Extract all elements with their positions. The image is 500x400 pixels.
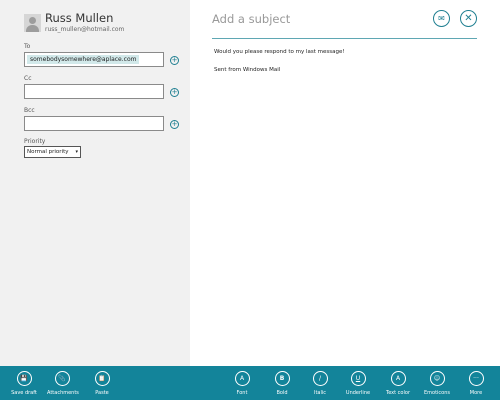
italic-icon: / bbox=[312, 371, 328, 386]
add-to-contact-button[interactable]: + bbox=[170, 56, 179, 65]
smiley-icon: ☺ bbox=[429, 371, 445, 386]
text-color-label: Text color bbox=[385, 390, 410, 396]
bold-icon: B bbox=[274, 371, 290, 386]
text-color-icon: A bbox=[390, 371, 406, 386]
bcc-label: Bcc bbox=[24, 107, 35, 114]
priority-label: Priority bbox=[24, 138, 46, 145]
emoticons-button[interactable]: ☺ Emoticons bbox=[422, 371, 452, 396]
save-draft-button[interactable]: 💾 Save draft bbox=[9, 371, 39, 396]
send-button[interactable]: ✉ bbox=[433, 10, 450, 27]
plus-icon: + bbox=[171, 88, 178, 96]
close-button[interactable]: ✕ bbox=[460, 10, 477, 27]
font-button[interactable]: A Font bbox=[227, 371, 257, 396]
cc-label: Cc bbox=[24, 75, 32, 82]
add-bcc-contact-button[interactable]: + bbox=[170, 120, 179, 129]
font-label: Font bbox=[236, 390, 248, 396]
clipboard-icon: 📋 bbox=[94, 371, 110, 386]
more-button[interactable]: ··· More bbox=[461, 371, 491, 396]
close-icon: ✕ bbox=[464, 13, 473, 24]
cc-field[interactable] bbox=[24, 84, 164, 99]
bold-label: Bold bbox=[276, 390, 288, 396]
save-draft-label: Save draft bbox=[11, 390, 37, 396]
message-signature[interactable]: Sent from Windows Mail bbox=[214, 67, 280, 73]
paperclip-icon: 📎 bbox=[54, 371, 70, 386]
paste-button[interactable]: 📋 Paste bbox=[87, 371, 117, 396]
save-icon: 💾 bbox=[16, 371, 32, 386]
underline-icon: U bbox=[350, 371, 366, 386]
subject-divider bbox=[212, 38, 477, 39]
app-bar: 💾 Save draft 📎 Attachments 📋 Paste A Fon… bbox=[0, 366, 500, 400]
priority-select[interactable]: Normal priority ▾ bbox=[24, 146, 81, 158]
sender-name: Russ Mullen bbox=[45, 11, 114, 25]
to-label: To bbox=[24, 43, 31, 50]
subject-input[interactable]: Add a subject bbox=[212, 12, 290, 26]
bcc-field[interactable] bbox=[24, 116, 164, 131]
paste-label: Paste bbox=[95, 390, 109, 396]
recipient-chip[interactable]: somebodysomewhere@aplace.com bbox=[27, 55, 140, 64]
chevron-down-icon: ▾ bbox=[75, 149, 78, 155]
font-icon: A bbox=[234, 371, 250, 386]
plus-icon: + bbox=[171, 56, 178, 64]
priority-value: Normal priority bbox=[27, 149, 69, 155]
italic-button[interactable]: / Italic bbox=[305, 371, 335, 396]
sender-email: russ_mullen@hotmail.com bbox=[45, 26, 125, 33]
add-cc-contact-button[interactable]: + bbox=[170, 88, 179, 97]
underline-label: Underline bbox=[345, 390, 371, 396]
message-body-line[interactable]: Would you please respond to my last mess… bbox=[214, 49, 345, 55]
avatar-head bbox=[29, 17, 36, 24]
avatar-body bbox=[26, 25, 39, 32]
emoticons-label: Emoticons bbox=[423, 390, 451, 396]
plus-icon: + bbox=[171, 120, 178, 128]
text-color-button[interactable]: A Text color bbox=[383, 371, 413, 396]
avatar bbox=[24, 14, 41, 32]
italic-label: Italic bbox=[313, 390, 327, 396]
underline-button[interactable]: U Underline bbox=[343, 371, 373, 396]
more-label: More bbox=[469, 390, 483, 396]
more-icon: ··· bbox=[468, 371, 484, 386]
attachments-label: Attachments bbox=[47, 390, 79, 396]
to-field[interactable]: somebodysomewhere@aplace.com bbox=[24, 52, 164, 67]
bold-button[interactable]: B Bold bbox=[267, 371, 297, 396]
attachments-button[interactable]: 📎 Attachments bbox=[47, 371, 79, 396]
send-icon: ✉ bbox=[438, 14, 445, 23]
